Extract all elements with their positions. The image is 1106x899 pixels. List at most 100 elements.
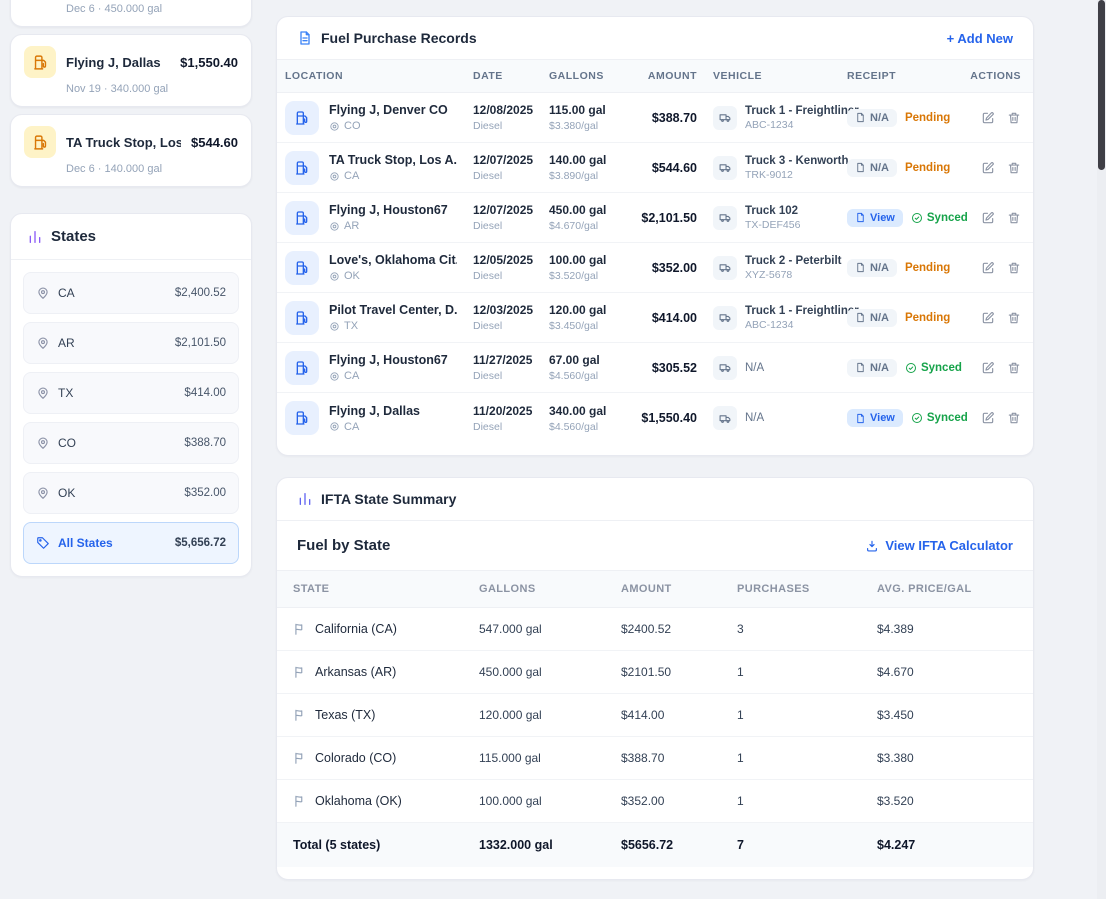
- actions-cell: [961, 154, 1033, 182]
- ifta-state-row: Arkansas (AR) 450.000 gal $2101.50 1 $4.…: [277, 651, 1033, 694]
- purchase-date: 11/20/2025: [473, 404, 533, 418]
- gallons-cell: 115.000 gal: [471, 744, 613, 772]
- purchase-date: 12/05/2025: [473, 253, 533, 267]
- target-icon: [329, 171, 340, 182]
- fuel-type: Diesel: [473, 421, 533, 433]
- state-item[interactable]: TX $414.00: [23, 372, 239, 414]
- download-icon: [865, 539, 879, 553]
- edit-button[interactable]: [981, 161, 995, 175]
- edit-button[interactable]: [981, 361, 995, 375]
- avg-price-cell: $4.670: [869, 658, 1033, 686]
- receipt-label: N/A: [870, 262, 889, 274]
- states-panel-title: States: [51, 228, 96, 245]
- all-states-label: All States: [58, 536, 113, 550]
- location-stack: Flying J, Houston67 AR: [329, 203, 448, 232]
- receipt-badge[interactable]: N/A: [847, 159, 897, 177]
- delete-button[interactable]: [1007, 111, 1021, 125]
- receipt-doc-icon: [855, 212, 866, 223]
- state-name: Texas (TX): [315, 708, 375, 722]
- price-per-gal: $4.560/gal: [549, 421, 619, 433]
- avg-price-cell: $3.450: [869, 701, 1033, 729]
- amount-cell: $305.52: [627, 354, 705, 382]
- receipt-badge[interactable]: View: [847, 209, 903, 227]
- purchase-card-top: Flying J, Dallas $1,550.40: [24, 46, 238, 78]
- receipt-cell: View Synced: [839, 202, 961, 234]
- vehicle-name: N/A: [745, 412, 764, 424]
- purchase-card-partial[interactable]: Dec 6 · 450.000 gal: [10, 0, 252, 27]
- purchase-amount: $544.60: [191, 135, 238, 150]
- location-name: TA Truck Stop, Los A...: [329, 153, 457, 167]
- receipt-doc-icon: [855, 413, 866, 424]
- state-amount: $388.70: [184, 437, 226, 449]
- receipt-badge[interactable]: N/A: [847, 309, 897, 327]
- amount-cell: $352.00: [627, 254, 705, 282]
- fuel-pump-icon: [285, 351, 319, 385]
- total-amount: $5656.72: [613, 831, 729, 859]
- total-label: Total (5 states): [277, 831, 471, 859]
- target-icon: [329, 371, 340, 382]
- truck-icon: [713, 106, 737, 130]
- location-name: Flying J, Houston67: [329, 353, 448, 367]
- edit-button[interactable]: [981, 311, 995, 325]
- location-name: Love's, Oklahoma Cit...: [329, 253, 457, 267]
- view-ifta-calculator-link[interactable]: View IFTA Calculator: [865, 538, 1013, 553]
- actions-cell: [961, 204, 1033, 232]
- receipt-badge[interactable]: View: [847, 409, 903, 427]
- location-state: CO: [329, 120, 448, 132]
- fuel-record-row: Pilot Travel Center, D... TX 12/03/2025 …: [277, 293, 1033, 343]
- col-amount: AMOUNT: [627, 60, 705, 92]
- location-cell: Flying J, Houston67 CA: [277, 344, 465, 392]
- total-gallons: 1332.000 gal: [471, 831, 613, 859]
- delete-button[interactable]: [1007, 161, 1021, 175]
- all-states-item[interactable]: All States $5,656.72: [23, 522, 239, 564]
- edit-button[interactable]: [981, 111, 995, 125]
- delete-button[interactable]: [1007, 411, 1021, 425]
- fuel-records-header-left: Fuel Purchase Records: [297, 30, 477, 46]
- receipt-status: Synced: [911, 212, 968, 224]
- location-name: Flying J, Dallas: [329, 404, 420, 418]
- receipt-badge[interactable]: N/A: [847, 259, 897, 277]
- state-abbrev: CA: [344, 421, 359, 433]
- fuel-pump-icon: [285, 201, 319, 235]
- purchases-cell: 1: [729, 744, 869, 772]
- purchase-card[interactable]: TA Truck Stop, Los ... $544.60 Dec 6 · 1…: [10, 114, 252, 187]
- edit-button[interactable]: [981, 211, 995, 225]
- delete-button[interactable]: [1007, 211, 1021, 225]
- sidebar: Dec 6 · 450.000 gal Flying J, Dallas $1,…: [10, 0, 252, 577]
- scrollbar-thumb[interactable]: [1098, 0, 1105, 170]
- fuel-records-panel: Fuel Purchase Records + Add New LOCATION…: [276, 16, 1034, 456]
- edit-button[interactable]: [981, 261, 995, 275]
- avg-price-cell: $4.389: [869, 615, 1033, 643]
- purchase-date: 12/08/2025: [473, 103, 533, 117]
- state-item[interactable]: AR $2,101.50: [23, 322, 239, 364]
- edit-button[interactable]: [981, 411, 995, 425]
- state-name: Arkansas (AR): [315, 665, 396, 679]
- truck-icon: [713, 356, 737, 380]
- purchases-cell: 1: [729, 787, 869, 815]
- fuel-record-row: Flying J, Houston67 CA 11/27/2025 Diesel: [277, 343, 1033, 393]
- calculator-link-label: View IFTA Calculator: [885, 538, 1013, 553]
- receipt-badge[interactable]: N/A: [847, 359, 897, 377]
- gallons-cell: 67.00 gal $4.560/gal: [541, 346, 627, 389]
- flag-icon: [293, 622, 307, 636]
- state-cell: Oklahoma (OK): [277, 787, 471, 815]
- state-item[interactable]: CA $2,400.52: [23, 272, 239, 314]
- add-new-button[interactable]: + Add New: [947, 31, 1013, 46]
- receipt-status: Pending: [905, 112, 950, 124]
- state-item[interactable]: CO $388.70: [23, 422, 239, 464]
- location-pin-icon: [36, 336, 50, 350]
- scrollbar-track[interactable]: [1097, 0, 1106, 899]
- ifta-state-row: California (CA) 547.000 gal $2400.52 3 $…: [277, 608, 1033, 651]
- delete-button[interactable]: [1007, 361, 1021, 375]
- amount-cell: $388.70: [613, 744, 729, 772]
- receipt-badge[interactable]: N/A: [847, 109, 897, 127]
- delete-button[interactable]: [1007, 311, 1021, 325]
- purchase-card[interactable]: Flying J, Dallas $1,550.40 Nov 19 · 340.…: [10, 34, 252, 107]
- delete-button[interactable]: [1007, 261, 1021, 275]
- actions-cell: [961, 354, 1033, 382]
- vehicle-cell: Truck 3 - Kenworth TRK-9012: [705, 148, 839, 188]
- gallons-cell: 120.000 gal: [471, 701, 613, 729]
- location-state: CA: [329, 421, 420, 433]
- state-item[interactable]: OK $352.00: [23, 472, 239, 514]
- gallons-cell: 100.000 gal: [471, 787, 613, 815]
